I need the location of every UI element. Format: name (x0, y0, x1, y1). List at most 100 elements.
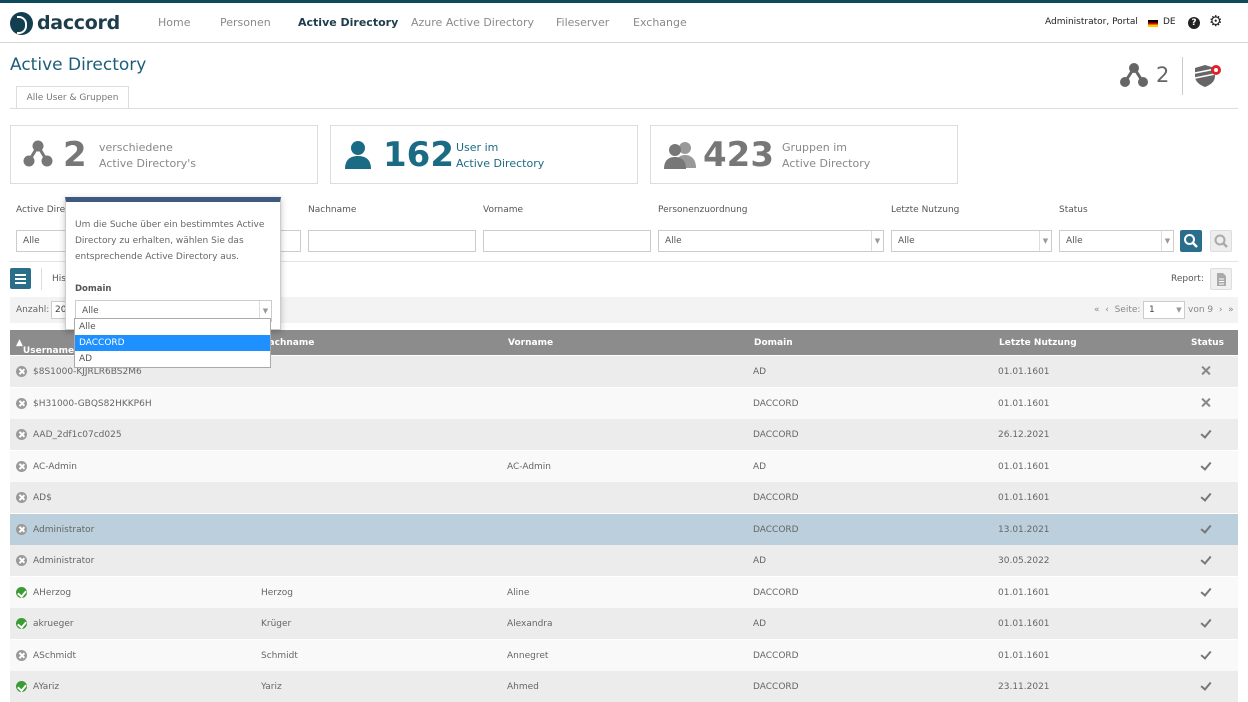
nav-active-directory[interactable]: Active Directory (298, 16, 398, 29)
domain-option-ad[interactable]: AD (75, 351, 270, 367)
card-label-1: verschiedene (99, 141, 173, 154)
inactive-status-icon (16, 649, 27, 661)
table-row[interactable]: $H31000-GBQS82HKKP6H DACCORD 01.01.1601 (10, 387, 1238, 419)
ad-count-header[interactable]: 2 (1120, 62, 1169, 88)
cell-username: $8S1000-KJJRLR6BS2M6 (33, 367, 142, 377)
table-row[interactable]: AAD_2df1c07cd025 DACCORD 26.12.2021 (10, 419, 1238, 450)
domain-label: Domain (75, 284, 112, 294)
column-status[interactable]: Status (1191, 338, 1224, 348)
card-number: 2 (63, 135, 87, 175)
brand-logo[interactable]: daccord (10, 11, 120, 35)
search-button[interactable] (1180, 230, 1202, 252)
cell-letzte-nutzung: 13.01.2021 (998, 524, 1050, 535)
cell-domain: AD (753, 461, 767, 472)
header-divider (1182, 57, 1183, 95)
language-switch[interactable]: DE (1163, 17, 1176, 27)
cell-username: AD$ (33, 493, 52, 503)
list-view-button[interactable] (10, 268, 31, 289)
cell-vorname: Annegret (507, 650, 549, 661)
check-icon (1201, 461, 1211, 471)
column-letzte-nutzung[interactable]: Letzte Nutzung (999, 338, 1077, 348)
vorname-filter-input[interactable] (483, 230, 651, 252)
table-row[interactable]: AYariz Yariz Ahmed DACCORD 23.11.2021 (10, 671, 1238, 702)
column-username[interactable]: ▲ Username (16, 338, 74, 356)
cell-letzte-nutzung: 01.01.1601 (998, 587, 1050, 598)
card-label-1: Gruppen im (782, 141, 847, 154)
cell-username: $H31000-GBQS82HKKP6H (33, 398, 152, 409)
inactive-status-icon (16, 460, 27, 472)
letzte-nutzung-filter-select[interactable]: Alle ▼ (891, 230, 1052, 252)
ad-count-value: 2 (1156, 63, 1170, 87)
personenzuordnung-filter-select[interactable]: Alle ▼ (658, 230, 884, 252)
cell-vorname: Ahmed (507, 682, 539, 692)
inactive-status-icon (16, 397, 27, 409)
check-icon (1201, 492, 1211, 502)
table-row[interactable]: AD$ DACCORD 01.01.1601 (10, 482, 1238, 513)
card-number: 162 (383, 135, 454, 175)
chevron-down-icon: ▼ (1039, 231, 1051, 251)
cell-letzte-nutzung: 23.11.2021 (998, 682, 1050, 692)
inactive-status-icon (16, 366, 27, 377)
table-row[interactable]: akrueger Krüger Alexandra AD 01.01.1601 (10, 608, 1238, 639)
german-flag-icon (1148, 20, 1158, 27)
nav-exchange[interactable]: Exchange (633, 16, 687, 29)
table-row[interactable]: ASchmidt Schmidt Annegret DACCORD 01.01.1601 (10, 639, 1238, 671)
nav-azure-active-directory[interactable]: Azure Active Directory (411, 16, 534, 29)
help-icon[interactable]: ? (1188, 17, 1200, 29)
domain-option-alle[interactable]: Alle (75, 319, 270, 335)
toolbar-divider (41, 268, 42, 290)
check-icon (1201, 524, 1211, 534)
chevron-down-icon: ▼ (871, 231, 883, 251)
search-icon (1184, 234, 1198, 248)
column-domain[interactable]: Domain (754, 338, 793, 348)
table-row[interactable]: AHerzog Herzog Aline DACCORD 01.01.1601 (10, 576, 1238, 608)
gear-icon[interactable]: ⚙ (1209, 14, 1222, 29)
table-row[interactable]: Administrator AD 30.05.2022 (10, 545, 1238, 576)
chevron-down-icon: ▼ (1176, 306, 1182, 314)
cell-username: AHerzog (33, 587, 72, 598)
domain-select-value: Alle (82, 306, 99, 316)
card-label-2: Active Directory (782, 157, 871, 170)
check-icon (1201, 555, 1211, 565)
cell-domain: DACCORD (753, 430, 799, 440)
inactive-status-icon (16, 492, 27, 503)
card-ad-count: 2 verschiedene Active Directory's (10, 125, 318, 184)
domain-dropdown-list: Alle DACCORD AD (74, 318, 271, 368)
page-total: von 9 › » (1188, 305, 1234, 315)
nav-home[interactable]: Home (158, 16, 190, 29)
column-vorname[interactable]: Vorname (508, 338, 553, 348)
filter-label-personenzuordnung: Personenzuordnung (658, 205, 748, 215)
filter-label-nachname: Nachname (308, 205, 357, 215)
tab-alle-user-gruppen[interactable]: Alle User & Gruppen (16, 86, 129, 109)
nav-personen[interactable]: Personen (220, 16, 271, 29)
active-status-icon (16, 681, 27, 692)
report-button[interactable] (1210, 268, 1232, 290)
nachname-filter-input[interactable] (308, 230, 476, 252)
active-directory-filter-value: Alle (23, 236, 40, 246)
inactive-status-icon (16, 429, 27, 440)
cell-nachname: Yariz (261, 682, 282, 692)
cell-domain: DACCORD (753, 398, 799, 409)
cell-letzte-nutzung: 30.05.2022 (998, 556, 1050, 566)
table-row[interactable]: AC-Admin AC-Admin AD 01.01.1601 (10, 450, 1238, 482)
seite-label: Seite: (1114, 305, 1141, 315)
status-filter-select[interactable]: Alle ▼ (1059, 230, 1174, 252)
cell-letzte-nutzung: 01.01.1601 (998, 461, 1050, 472)
pagination-controls[interactable]: « ‹ Seite: (1094, 305, 1140, 315)
check-icon (1201, 429, 1211, 439)
domain-option-daccord[interactable]: DACCORD (75, 335, 270, 351)
user-icon (345, 141, 371, 169)
list-icon (15, 274, 26, 276)
cell-username: Administrator (33, 556, 95, 566)
advanced-search-button[interactable] (1210, 230, 1232, 252)
page-number-select[interactable]: 1 ▼ (1143, 301, 1185, 319)
anzahl-label: Anzahl: (16, 305, 50, 315)
check-icon (1201, 650, 1211, 660)
table-row[interactable]: Administrator DACCORD 13.01.2021 (10, 513, 1238, 545)
shield-alert-icon[interactable] (1195, 63, 1223, 89)
cell-letzte-nutzung: 26.12.2021 (998, 430, 1050, 440)
nav-fileserver[interactable]: Fileserver (556, 16, 609, 29)
cell-letzte-nutzung: 01.01.1601 (998, 493, 1050, 503)
cell-domain: AD (753, 556, 767, 566)
user-menu[interactable]: Administrator, Portal (1045, 17, 1138, 27)
